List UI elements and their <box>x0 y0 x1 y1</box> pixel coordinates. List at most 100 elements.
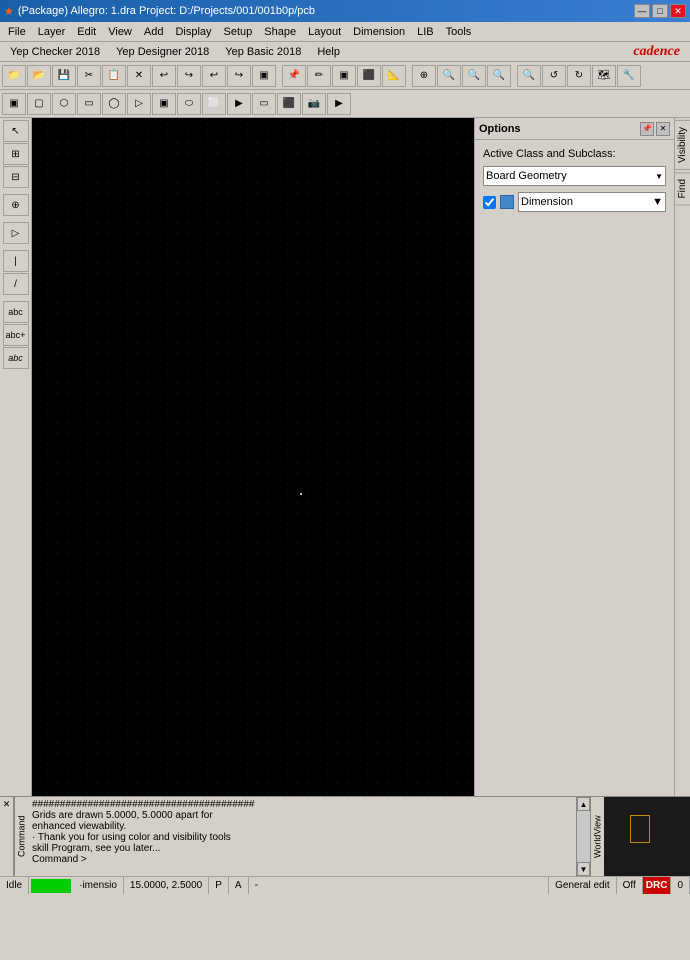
menu-item-add[interactable]: Add <box>138 24 170 40</box>
lt-select[interactable]: ↖ <box>3 120 29 142</box>
toolbar1-button-23[interactable]: 🗺 <box>592 65 616 87</box>
menu-item-file[interactable]: File <box>2 24 32 40</box>
toolbar1-button-2[interactable]: 💾 <box>52 65 76 87</box>
menu-item-layout[interactable]: Layout <box>302 24 347 40</box>
lt-text[interactable]: abc <box>3 301 29 323</box>
toolbar2-button-4[interactable]: ◯ <box>102 93 126 115</box>
statusbar: Idle ·imensio 15.0000, 2.5000 P A - Gene… <box>0 876 690 894</box>
toolbar2-button-0[interactable]: ▣ <box>2 93 26 115</box>
toolbar1-button-1[interactable]: 📂 <box>27 65 51 87</box>
toolbar2-button-2[interactable]: ⬡ <box>52 93 76 115</box>
cmd-scroll-up[interactable]: ▲ <box>577 797 590 811</box>
toolbar1-button-13[interactable]: ▣ <box>332 65 356 87</box>
toolbar2-button-13[interactable]: ▶ <box>327 93 351 115</box>
toolbar1-button-8[interactable]: ↩ <box>202 65 226 87</box>
cadence-brand: cadence <box>633 44 688 60</box>
toolbar2-button-8[interactable]: ⬜ <box>202 93 226 115</box>
toolbar1-button-10[interactable]: ▣ <box>252 65 276 87</box>
toolbar1-button-24[interactable]: 🔧 <box>617 65 641 87</box>
status-coords: 15.0000, 2.5000 <box>124 877 209 894</box>
toolbar1-button-14[interactable]: ⬛ <box>357 65 381 87</box>
lt-text2[interactable]: abc+ <box>3 324 29 346</box>
menu-item-view[interactable]: View <box>102 24 138 40</box>
options-close-button[interactable]: ✕ <box>656 122 670 136</box>
toolbar1-button-5[interactable]: ✕ <box>127 65 151 87</box>
toolbar1-button-16[interactable]: ⊕ <box>412 65 436 87</box>
lt-tool6[interactable]: | <box>3 250 29 272</box>
pin-button[interactable]: 📌 <box>640 122 654 136</box>
toolbar2-button-5[interactable]: ▷ <box>127 93 151 115</box>
toolbar1-button-11[interactable]: 📌 <box>282 65 306 87</box>
toolbar1-button-4[interactable]: 📋 <box>102 65 126 87</box>
toolbar2-button-1[interactable]: ▢ <box>27 93 51 115</box>
menu-item-lib[interactable]: LIB <box>411 24 440 40</box>
titlebar: ★ (Package) Allegro: 1.dra Project: D:/P… <box>0 0 690 22</box>
status-indicator <box>31 879 71 893</box>
toolbar1-button-19[interactable]: 🔍 <box>487 65 511 87</box>
main-area: ↖ ⊞ ⊟ ⊕ ▷ | / abc abc+ abc Options 📌 ✕ A <box>0 118 690 796</box>
subclass-value: Dimension <box>521 196 573 208</box>
lt-tool5[interactable]: ▷ <box>3 222 29 244</box>
options-header: Options 📌 ✕ <box>475 118 674 140</box>
right-tabs: Visibility Find <box>674 118 690 796</box>
toolbar2-button-9[interactable]: ▶ <box>227 93 251 115</box>
canvas-area[interactable] <box>32 118 474 796</box>
find-tab[interactable]: Find <box>674 172 690 205</box>
toolbar1-button-9[interactable]: ↪ <box>227 65 251 87</box>
toolbar2-button-12[interactable]: 📷 <box>302 93 326 115</box>
toolbar1-button-7[interactable]: ↪ <box>177 65 201 87</box>
maximize-button[interactable]: □ <box>652 4 668 18</box>
yep-item[interactable]: Yep Designer 2018 <box>108 44 217 60</box>
status-drc: DRC <box>643 877 672 894</box>
toolbar1-button-6[interactable]: ↩ <box>152 65 176 87</box>
menu-item-setup[interactable]: Setup <box>218 24 259 40</box>
toolbar2-button-11[interactable]: ⬛ <box>277 93 301 115</box>
status-idle: Idle <box>0 877 29 894</box>
minimize-button[interactable]: — <box>634 4 650 18</box>
subclass-dropdown[interactable]: Dimension ▼ <box>518 192 666 212</box>
toolbar2-button-7[interactable]: ⬭ <box>177 93 201 115</box>
yep-item[interactable]: Yep Checker 2018 <box>2 44 108 60</box>
cmd-scroll-track <box>577 811 590 862</box>
status-a: A <box>229 877 249 894</box>
subclass-row: Dimension ▼ <box>483 192 666 212</box>
menu-item-shape[interactable]: Shape <box>258 24 302 40</box>
toolbar1-button-15[interactable]: 📐 <box>382 65 406 87</box>
toolbar1-button-0[interactable]: 📁 <box>2 65 26 87</box>
yep-item[interactable]: Help <box>309 44 348 60</box>
title-area: ★ (Package) Allegro: 1.dra Project: D:/P… <box>4 5 315 18</box>
toolbar1-button-18[interactable]: 🔍 <box>462 65 486 87</box>
lt-tool7[interactable]: / <box>3 273 29 295</box>
menu-item-edit[interactable]: Edit <box>71 24 102 40</box>
toolbar2-button-6[interactable]: ▣ <box>152 93 176 115</box>
status-general-edit: General edit <box>549 877 616 894</box>
subclass-checkbox[interactable] <box>483 196 496 209</box>
cmd-close-button[interactable]: ✕ <box>0 797 14 876</box>
menu-item-dimension[interactable]: Dimension <box>347 24 411 40</box>
toolbar2-button-3[interactable]: ▭ <box>77 93 101 115</box>
lt-text3[interactable]: abc <box>3 347 29 369</box>
lt-zoom[interactable]: ⊞ <box>3 143 29 165</box>
toolbar1-button-22[interactable]: ↻ <box>567 65 591 87</box>
options-content: Active Class and Subclass: Board Geometr… <box>475 140 674 224</box>
toolbar1: 📁📂💾✂📋✕↩↪↩↪▣📌✏▣⬛📐⊕🔍🔍🔍🔍↺↻🗺🔧 <box>0 62 690 90</box>
toolbar1-button-17[interactable]: 🔍 <box>437 65 461 87</box>
menu-item-display[interactable]: Display <box>169 24 217 40</box>
yep-item[interactable]: Yep Basic 2018 <box>217 44 309 60</box>
cmd-scroll-down[interactable]: ▼ <box>577 862 590 876</box>
lt-tool3[interactable]: ⊟ <box>3 166 29 188</box>
visibility-tab[interactable]: Visibility <box>674 120 690 170</box>
menu-item-tools[interactable]: Tools <box>440 24 478 40</box>
toolbar1-button-20[interactable]: 🔍 <box>517 65 541 87</box>
menu-item-layer[interactable]: Layer <box>32 24 72 40</box>
toolbar1-button-21[interactable]: ↺ <box>542 65 566 87</box>
status-dash: - <box>249 877 550 894</box>
class-dropdown[interactable]: Board Geometry ▼ <box>483 166 666 186</box>
cmd-scrollbar[interactable]: ▲ ▼ <box>576 797 590 876</box>
toolbar1-button-12[interactable]: ✏ <box>307 65 331 87</box>
lt-tool4[interactable]: ⊕ <box>3 194 29 216</box>
toolbar2-button-10[interactable]: ▭ <box>252 93 276 115</box>
subclass-color-box[interactable] <box>500 195 514 209</box>
close-button[interactable]: ✕ <box>670 4 686 18</box>
toolbar1-button-3[interactable]: ✂ <box>77 65 101 87</box>
